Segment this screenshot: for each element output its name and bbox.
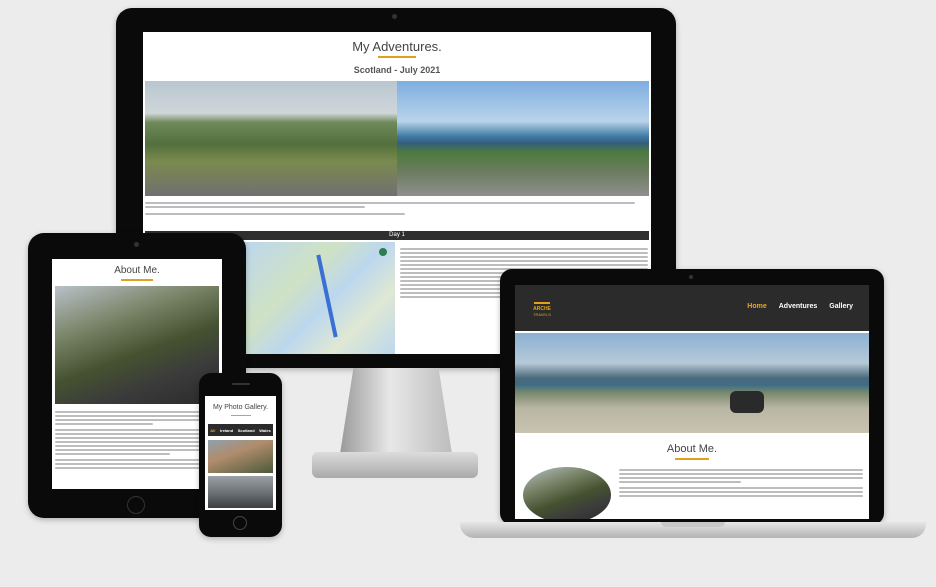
laptop-nav-menu: Home Adventures Gallery [747, 303, 853, 310]
laptop-title-underline [675, 458, 709, 460]
filter-scotland[interactable]: Scotland [238, 428, 255, 433]
logo-motorcycle-icon [534, 294, 550, 304]
tablet-screen: About Me. [52, 259, 222, 489]
filter-wales[interactable]: Wales [259, 428, 270, 433]
logo[interactable]: ARCHE TRAVELS [525, 291, 559, 325]
phone-screen: My Photo Gallery. All Ireland Scotland W… [205, 396, 276, 510]
phone-page-title: My Photo Gallery. [212, 404, 269, 411]
filter-ireland[interactable]: Ireland [220, 428, 233, 433]
tablet-camera [134, 242, 139, 247]
map-pin-icon [379, 248, 387, 256]
nav-adventures[interactable]: Adventures [779, 303, 818, 310]
monitor-base [312, 452, 478, 478]
laptop-lid: ARCHE TRAVELS Home Adventures Gallery Ab… [500, 269, 884, 525]
phone-home-button[interactable] [233, 516, 247, 530]
phone-title-underline [231, 415, 251, 416]
monitor-stand [340, 368, 452, 454]
phone-filter-bar: All Ireland Scotland Wales [208, 424, 273, 436]
tablet-page-title: About Me. [114, 265, 160, 276]
desktop-photo-left [145, 81, 397, 196]
desktop-subtitle: Scotland - July 2021 [353, 65, 441, 75]
phone-gallery-photo-1[interactable] [208, 440, 273, 473]
laptop-page-title: About Me. [666, 443, 718, 455]
desktop-camera [392, 14, 397, 19]
phone-speaker [232, 383, 250, 385]
route-line [316, 254, 338, 338]
laptop-about-photo [523, 467, 611, 519]
tablet-title-underline [121, 279, 153, 281]
logo-bottom-text: TRAVELS [533, 312, 551, 317]
laptop-screen: ARCHE TRAVELS Home Adventures Gallery Ab… [515, 285, 869, 519]
desktop-title-underline [378, 56, 416, 58]
phone-device: My Photo Gallery. All Ireland Scotland W… [199, 373, 282, 537]
hero-motorcycle [730, 391, 764, 413]
laptop-about-text [619, 467, 863, 499]
desktop-page-title: My Adventures. [352, 39, 442, 54]
tablet-about-text [55, 409, 219, 471]
laptop-trackpad-notch [661, 522, 725, 527]
laptop-hero-image [515, 333, 869, 433]
tablet-home-button[interactable] [127, 496, 145, 514]
nav-home[interactable]: Home [747, 303, 766, 310]
tablet-photo [55, 286, 219, 404]
desktop-route-map[interactable] [245, 242, 395, 354]
nav-gallery[interactable]: Gallery [829, 303, 853, 310]
laptop-camera [689, 275, 693, 279]
phone-gallery-photo-2[interactable] [208, 476, 273, 508]
desktop-intro-text [145, 200, 645, 217]
laptop-navbar: ARCHE TRAVELS Home Adventures Gallery [515, 285, 869, 331]
desktop-photo-right [397, 81, 649, 196]
desktop-day-label: Day 1 [389, 232, 405, 238]
filter-all[interactable]: All [210, 428, 215, 433]
